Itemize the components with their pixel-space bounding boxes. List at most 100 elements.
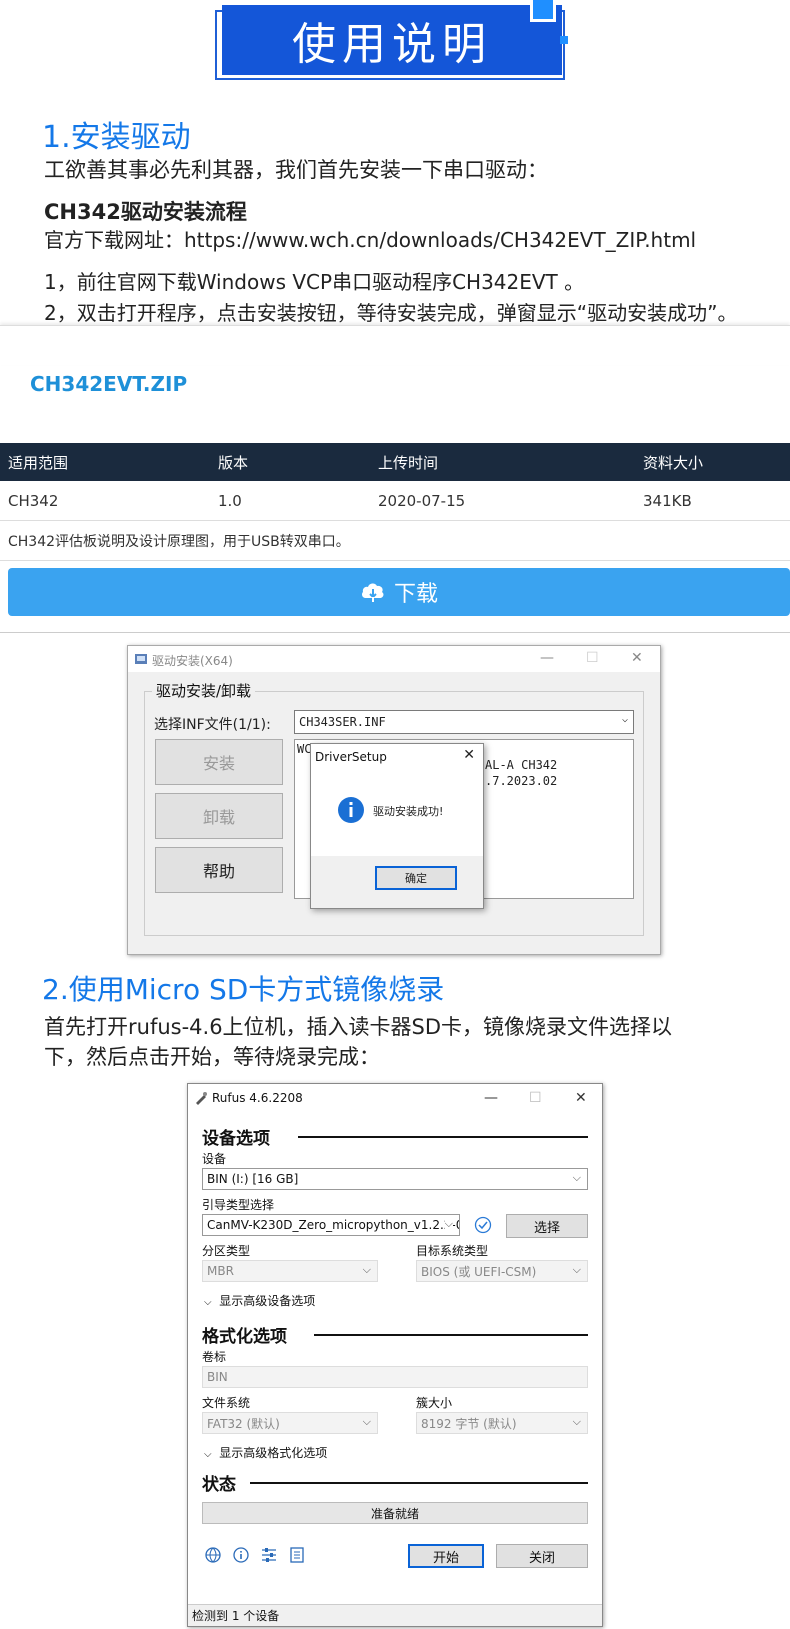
section2-para-line1: 首先打开rufus-4.6上位机，插入读卡器SD卡，镜像烧录文件选择以 [44, 1015, 673, 1039]
chevron-down-icon: ⌵ [362, 1415, 371, 1428]
device-options-heading: 设备选项 [202, 1129, 270, 1149]
partition-select[interactable]: MBR ⌵ [202, 1260, 378, 1282]
boot-select[interactable]: CanMV-K230D_Zero_micropython_v1.2.2-0-g ⌵ [202, 1214, 460, 1236]
table-header: 适用范围 版本 上传时间 资料大小 [0, 443, 790, 481]
close-button[interactable]: 关闭 [496, 1544, 588, 1568]
volume-label: 卷标 [202, 1350, 227, 1364]
banner-decoration [530, 0, 556, 22]
rufus-window: Rufus 4.6.2208 — ☐ ✕ 设备选项 设备 BIN (I:) [1… [187, 1083, 603, 1627]
success-dialog: DriverSetup ✕ 驱动安装成功! 确定 [310, 743, 484, 909]
device-label: 设备 [202, 1152, 227, 1166]
cloud-download-icon [361, 583, 384, 602]
description-text: CH342评估板说明及设计原理图，用于USB转双串口。 [8, 533, 350, 550]
section2-heading: 2.使用Micro SD卡方式镜像烧录 [42, 973, 445, 1006]
window-titlebar: 驱动安装(X64) — ☐ ✕ [128, 646, 660, 672]
window-title: 驱动安装(X64) [152, 654, 233, 668]
cell-size: 341KB [643, 491, 692, 510]
inf-select[interactable]: CH343SER.INF ⌵ [294, 710, 634, 734]
col-scope: 适用范围 [8, 453, 69, 472]
status-footer: 检测到 1 个设备 [188, 1604, 602, 1626]
help-button[interactable]: 帮助 [155, 847, 283, 893]
chevron-down-icon: ⌵ [204, 1297, 212, 1308]
chevron-down-icon: ⌵ [204, 1449, 212, 1460]
install-button[interactable]: 安装 [155, 739, 283, 785]
volume-input[interactable]: BIN [202, 1366, 588, 1388]
check-icon[interactable] [474, 1216, 492, 1234]
app-icon [135, 654, 147, 664]
close-icon[interactable]: ✕ [631, 650, 643, 666]
table-description: CH342评估板说明及设计原理图，用于USB转双串口。 [0, 521, 790, 561]
filesystem-label: 文件系统 [202, 1396, 251, 1410]
chevron-down-icon: ⌵ [444, 1217, 453, 1231]
chevron-down-icon: ⌵ [621, 714, 628, 725]
step-2: 2，双击打开程序，点击安装按钮，等待安装完成，弹窗显示“驱动安装成功”。 [44, 301, 738, 325]
info-icon[interactable] [232, 1546, 250, 1564]
col-version: 版本 [218, 453, 249, 472]
boot-label: 引导类型选择 [202, 1198, 275, 1212]
advanced-device-toggle[interactable]: ⌵ 显示高级设备选项 [204, 1292, 315, 1309]
chevron-down-icon: ⌵ [362, 1263, 371, 1276]
divider [0, 632, 790, 633]
minimize-icon[interactable]: — [484, 1090, 498, 1106]
dialog-close-icon[interactable]: ✕ [463, 747, 475, 763]
driver-install-window: 驱动安装(X64) — ☐ ✕ 驱动安装/卸载 选择INF文件(1/1): CH… [127, 645, 661, 955]
ok-button[interactable]: 确定 [375, 866, 457, 890]
close-icon[interactable]: ✕ [575, 1090, 587, 1106]
section2-para-line2: 下，然后点击开始，等待烧录完成： [44, 1045, 380, 1069]
banner: 使用说明 [222, 5, 562, 75]
cell-scope: CH342 [8, 491, 59, 510]
cluster-select[interactable]: 8192 字节 (默认) ⌵ [416, 1412, 588, 1434]
partition-label: 分区类型 [202, 1244, 251, 1258]
download-url: 官方下载网址：https://www.wch.cn/downloads/CH34… [44, 228, 697, 252]
dialog-title: DriverSetup [315, 750, 387, 764]
cell-version: 1.0 [218, 491, 242, 510]
section-rule [298, 1136, 588, 1138]
download-label: 下载 [393, 582, 438, 607]
col-size: 资料大小 [643, 453, 704, 472]
cell-upload-time: 2020-07-15 [378, 491, 466, 510]
advanced-format-toggle[interactable]: ⌵ 显示高级格式化选项 [204, 1444, 327, 1461]
inf-value: CH343SER.INF [299, 715, 386, 729]
dialog-footer: 确定 [311, 856, 483, 908]
inf-label: 选择INF文件(1/1): [154, 717, 271, 733]
rufus-title: Rufus 4.6.2208 [212, 1091, 303, 1105]
section-rule [250, 1482, 588, 1484]
info-icon [338, 797, 364, 823]
website-card [0, 325, 790, 365]
memo-text-line1: AL-A CH342 [485, 758, 558, 772]
section-rule [314, 1334, 588, 1336]
maximize-icon[interactable]: ☐ [586, 650, 599, 666]
section1-intro: 工欲善其事必先利其器，我们首先安装一下串口驱动： [44, 158, 548, 182]
download-button[interactable]: 下载 [8, 568, 790, 616]
minimize-icon[interactable]: — [540, 650, 554, 666]
dialog-message: 驱动安装成功! [373, 805, 444, 818]
rufus-icon [196, 1092, 207, 1105]
format-options-heading: 格式化选项 [202, 1327, 287, 1347]
memo-text-line2: .7.2023.02 [485, 774, 558, 788]
uninstall-button[interactable]: 卸载 [155, 793, 283, 839]
step-1: 1，前往官网下载Windows VCP串口驱动程序CH342EVT 。 [44, 270, 585, 294]
device-select[interactable]: BIN (I:) [16 GB] ⌵ [202, 1168, 588, 1190]
banner-decoration-small [560, 36, 568, 44]
filesystem-select[interactable]: FAT32 (默认) ⌵ [202, 1412, 378, 1434]
settings-sliders-icon[interactable] [260, 1546, 278, 1564]
select-button[interactable]: 选择 [506, 1214, 588, 1238]
group-label: 驱动安装/卸载 [152, 680, 256, 701]
chevron-down-icon: ⌵ [572, 1415, 581, 1428]
table-row: CH342 1.0 2020-07-15 341KB [0, 481, 790, 521]
rufus-titlebar: Rufus 4.6.2208 — ☐ ✕ [188, 1084, 602, 1112]
start-button[interactable]: 开始 [408, 1544, 484, 1568]
target-select[interactable]: BIOS (或 UEFI-CSM) ⌵ [416, 1260, 588, 1282]
status-heading: 状态 [202, 1475, 236, 1495]
chevron-down-icon: ⌵ [572, 1263, 581, 1276]
cluster-label: 簇大小 [416, 1396, 453, 1410]
maximize-icon[interactable]: ☐ [529, 1090, 542, 1106]
chevron-down-icon: ⌵ [572, 1171, 581, 1184]
log-icon[interactable] [288, 1546, 306, 1564]
zip-title[interactable]: CH342EVT.ZIP [30, 372, 187, 396]
target-label: 目标系统类型 [416, 1244, 489, 1258]
flow-title: CH342驱动安装流程 [44, 200, 247, 224]
status-bar: 准备就绪 [202, 1502, 588, 1524]
section1-heading: 1.安装驱动 [42, 120, 191, 155]
globe-icon[interactable] [204, 1546, 222, 1564]
